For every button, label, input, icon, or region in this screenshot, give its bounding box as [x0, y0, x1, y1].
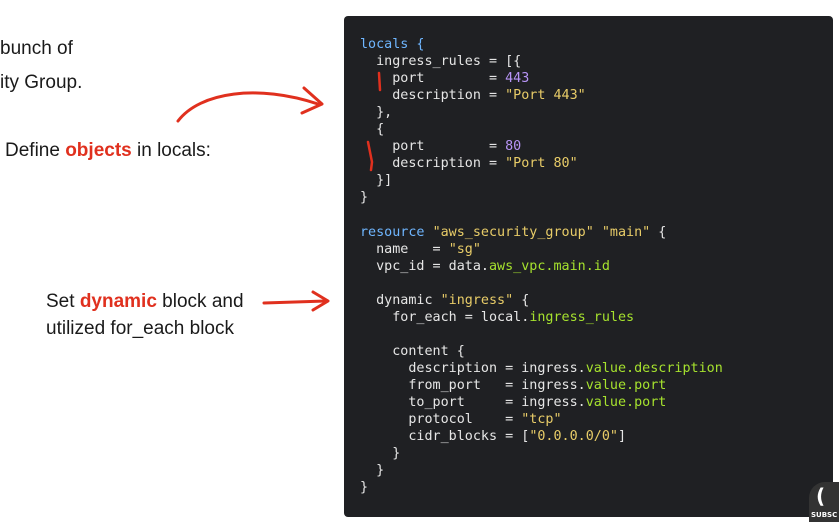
code-line: dynamic: [360, 292, 441, 308]
code-line: port =: [360, 71, 506, 87]
code-attribute: ingress_rules: [529, 309, 635, 325]
code-line: description =: [360, 156, 506, 172]
subscribe-label: SUBSC: [811, 511, 838, 519]
code-line: locals {: [360, 37, 425, 52]
straight-arrow-icon: [262, 299, 328, 305]
code-line: content {: [360, 343, 465, 359]
code-line: to_port = ingress.: [360, 394, 586, 410]
channel-logo-icon: (: [816, 484, 826, 508]
code-number: 443: [505, 71, 530, 87]
code-attribute: aws_vpc.main.id: [489, 258, 610, 274]
define-objects-caption: Define objects in locals:: [5, 138, 211, 163]
code-keyword: resource: [360, 224, 433, 240]
code-line: }: [360, 190, 369, 206]
curved-arrow-head-icon: [300, 86, 324, 115]
code-line: protocol =: [360, 412, 522, 428]
caption-suffix: block and: [156, 291, 244, 312]
code-string: "Port 443": [505, 88, 586, 104]
slide-text-fragment-1: bunch of: [0, 38, 73, 59]
code-panel: locals { ingress_rules = [{ port = 443 d…: [344, 16, 833, 517]
code-string: "0.0.0.0/0": [529, 429, 618, 445]
code-line: ]: [618, 429, 627, 445]
caption-highlight-objects: objects: [65, 140, 132, 161]
code-line: {: [360, 122, 385, 138]
code-line: }: [360, 446, 401, 462]
straight-arrow-head-icon: [311, 290, 330, 312]
caption-prefix: Set: [46, 291, 80, 312]
code-line: port =: [360, 139, 506, 155]
code-line: name =: [360, 241, 449, 257]
caption-suffix: in locals:: [131, 140, 211, 161]
code-string: "tcp": [521, 412, 562, 428]
caption-highlight-dynamic: dynamic: [79, 291, 157, 312]
caption-prefix: Define: [5, 140, 66, 161]
code-line: description = ingress.: [360, 360, 586, 376]
code-line: }: [360, 480, 369, 496]
code-line: description =: [360, 88, 506, 104]
code-string: "aws_security_group": [432, 224, 594, 240]
dynamic-block-caption: Set dynamic block and: [46, 289, 244, 314]
code-string: "sg": [448, 241, 481, 257]
code-attribute: value.description: [585, 360, 723, 376]
code-string: "Port 80": [505, 156, 578, 172]
code-line: from_port = ingress.: [360, 377, 586, 393]
code-line: {: [650, 224, 667, 240]
code-line: vpc_id = data.: [360, 258, 489, 274]
terraform-code: locals { ingress_rules = [{ port = 443 d…: [360, 36, 723, 496]
code-line: }: [360, 463, 385, 479]
dynamic-block-caption-line2: utilized for_each block: [46, 318, 234, 339]
curved-arrow-icon: [176, 91, 320, 123]
code-attribute: value.port: [585, 377, 667, 393]
slide-text-fragment-2: ity Group.: [0, 72, 83, 93]
code-attribute: value.port: [585, 394, 667, 410]
code-line: }]: [360, 173, 393, 189]
code-line: for_each = local.: [360, 309, 530, 325]
code-string: "ingress": [440, 292, 514, 308]
code-number: 80: [505, 139, 522, 155]
code-string: "main": [601, 224, 651, 240]
channel-subscribe-badge[interactable]: ( SUBSC: [809, 482, 839, 522]
code-line: {: [513, 292, 530, 308]
code-line: cidr_blocks = [: [360, 429, 530, 445]
code-line: },: [360, 105, 393, 121]
code-line: ingress_rules = [{: [360, 54, 522, 70]
